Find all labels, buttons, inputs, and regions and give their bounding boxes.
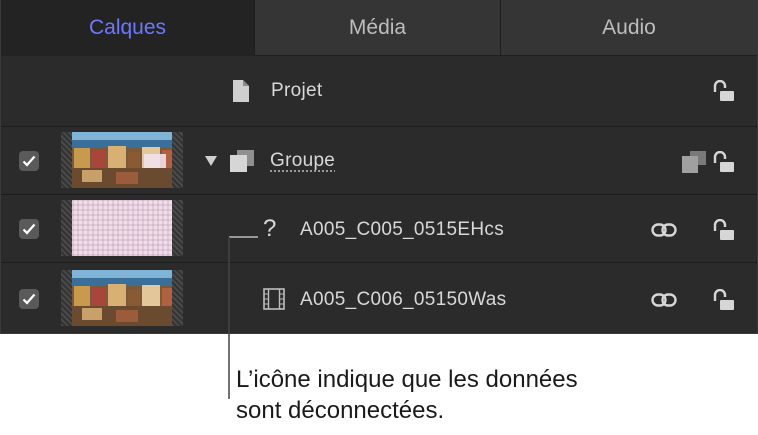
callout-text-line1: L’icône indique que les données bbox=[236, 366, 578, 393]
callout-text-line2: sont déconnectées. bbox=[236, 397, 445, 424]
